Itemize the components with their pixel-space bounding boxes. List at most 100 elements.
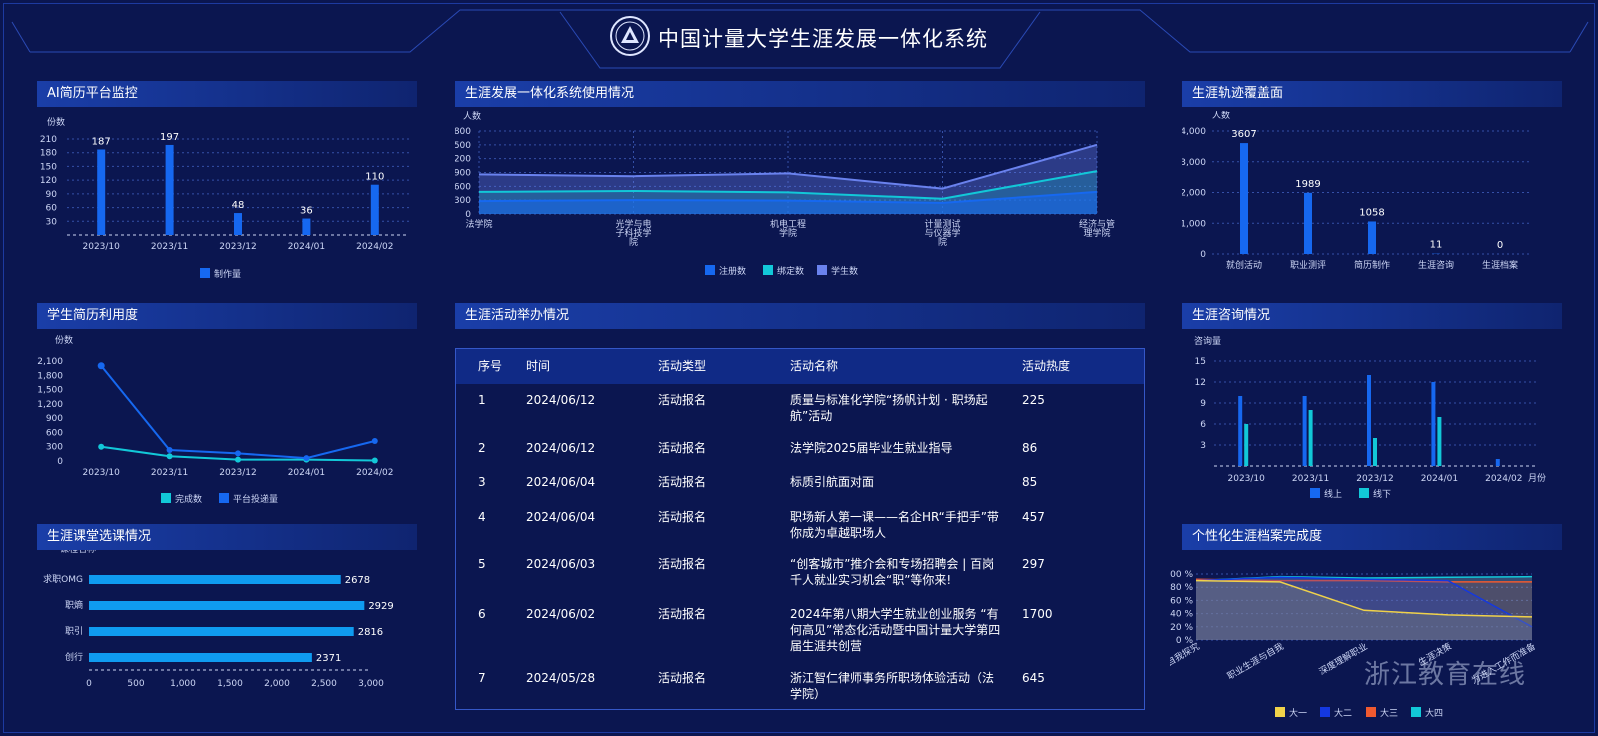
panel-consultation: 生涯咨询情况 咨询量 3 6 9 12 15 2023/10 2023/11 2023/12 20… [1182,303,1562,513]
bar [1431,382,1436,466]
legend-label: 大一 [1289,707,1307,719]
table-cell: 1700 [1022,607,1053,621]
bar [1304,192,1312,254]
bar [1367,375,1371,466]
x-tick-label: 院 [629,236,638,248]
column-header: 活动类型 [658,359,707,373]
panel-title: 生涯轨迹覆盖面 [1182,81,1562,107]
legend-label: 绑定数 [777,265,804,277]
x-tick-label: 2023/11 [1292,474,1329,484]
table-cell: 3 [478,475,486,489]
x-tick-label: 理学院 [1083,227,1110,239]
bar-value-label: 187 [92,137,111,148]
system-usage-chart: 人数03006009001,2001,5001,800法学院光学与电子科技学院机… [455,111,1115,277]
bar-value-label: 2929 [368,601,393,612]
bar-value-label: 0 [1497,240,1503,251]
table-cell: 2024/06/03 [526,557,596,571]
y-tick-label: 100 % [1170,570,1193,580]
table-cell: 2024/06/12 [526,441,596,455]
y-tick-label: 创行 [65,651,83,663]
legend-swatch [705,265,715,275]
y-tick-label: 180 [40,149,57,159]
x-tick-label: 2023/10 [83,242,121,252]
legend-swatch [1275,707,1285,717]
y-tick-label: 2,000 [1182,189,1206,199]
table-row[interactable]: 7 2024/05/28 活动报名 浙江智仁律师事务所职场体验活动（法学院） 645 [456,670,1138,702]
y-tick-label: 0 [57,457,63,467]
page-title-text: 中国计量大学生涯发展一体化系统 [658,27,988,51]
table-row[interactable]: 4 2024/06/04 活动报名 职场新人第一课——名企HR“手把手”带你成为卓越职… [456,509,1138,541]
table-cell: 2024/06/12 [526,393,596,407]
bar [1308,410,1313,466]
course-selection-chart: 课程名称 2678 求职OMG 2929 职熵 2816 职引 2371 创行 0 500 1,000… [43,550,394,689]
legend-label: 大二 [1334,707,1352,719]
x-tick-label: 1,000 [170,679,196,689]
x-tick-label: 500 [127,679,144,689]
y-tick-label: 12 [1195,378,1206,388]
x-tick-label: 2024/01 [1421,474,1458,484]
x-tick-label: 2024/02 [356,468,393,478]
y-axis-title: 份数 [47,116,65,128]
table-row[interactable]: 3 2024/06/04 活动报名 标质引航面对面 85 [456,474,1138,490]
y-tick-label: 6 [1200,420,1206,430]
panel-title: 个性化生涯档案完成度 [1182,524,1562,550]
career-coverage-chart: 人数 0 1,000 2,000 3,000 4,000 3607 就创活动 1989 职业测评 1… [1182,111,1532,271]
bar-value-label: 3607 [1231,129,1256,140]
panel-title: 学生简历利用度 [37,303,417,329]
x-tick-label: 职业测评 [1290,260,1326,271]
y-tick-label: 90 [46,190,58,200]
table-row[interactable]: 2 2024/06/12 活动报名 法学院2025届毕业生就业指导 86 [456,440,1138,456]
panel-resume-usage: 学生简历利用度 份数 0 300 600 900 1,200 1,500 1,800 2,100… [37,303,417,523]
table-cell: 法学院2025届毕业生就业指导 [790,441,953,455]
table-cell: 职场新人第一课——名企HR“手把手”带你成为卓越职场人 [790,510,999,540]
table-row[interactable]: 5 2024/06/03 活动报名 “创客城市”推介会和专场招聘会 | 百岗千人就业实… [456,556,1138,588]
bar-value-label: 1989 [1295,179,1320,190]
y-tick-label: 60 [46,204,58,214]
table-cell: 质量与标准化学院“扬帆计划 · 职场起航”活动 [790,393,988,423]
table-row[interactable]: 1 2024/06/12 活动报名 质量与标准化学院“扬帆计划 · 职场起航”活动 22… [456,392,1138,424]
table-row[interactable]: 6 2024/06/02 活动报名 2024年第八期大学生就业创业服务 “有何高见”常… [456,606,1138,654]
y-tick-label: 3,000 [1182,158,1206,168]
y-tick-label: 1,800 [37,371,63,381]
x-tick-label: 3,000 [358,679,384,689]
table-cell: 2024年第八期大学生就业创业服务 “有何高见”常态化活动暨中国计量大学第四届生… [790,607,1001,653]
bar [1240,143,1248,254]
y-tick-label: 1,200 [455,155,471,165]
y-tick-label: 15 [1195,357,1206,367]
x-tick-label: 2,500 [311,679,337,689]
y-tick-label: 9 [1200,399,1206,409]
table-cell: 2024/06/04 [526,510,596,524]
bar-value-label: 197 [160,132,179,143]
series-point [98,443,105,450]
x-tick-label: 1,500 [217,679,243,689]
table-cell: 活动报名 [658,510,707,524]
x-tick-label: 深度理解职业 [1317,640,1370,677]
x-tick-label: 2023/10 [1228,474,1266,484]
legend-label: 学生数 [831,265,858,277]
y-tick-label: 210 [40,135,57,145]
table-cell: 2 [478,441,486,455]
table-cell: “创客城市”推介会和专场招聘会 | 百岗千人就业实习机会“职”等你来! [790,557,995,587]
x-tick-label: 生涯咨询 [1418,259,1454,271]
panel-system-usage: 生涯发展一体化系统使用情况 人数 0 300 600 900 1,200 1,500 1,80… [455,81,1145,291]
column-header: 活动名称 [790,359,839,373]
bar [234,213,242,235]
panel-course-selection: 生涯课堂选课情况 课程名称 2678 求职OMG 2929 职熵 2816 职引 2371 创行… [37,524,417,710]
y-tick-label: 150 [40,162,57,172]
x-tick-label: 2024/01 [288,242,325,252]
x-tick-label: 2023/11 [151,468,188,478]
resume-monitor-chart: 份数 30 60 90 120 150 180 210 187 2023/10 197 2023/11… [40,116,409,280]
series-point [166,453,173,460]
y-tick-label: 40 % [1170,610,1193,620]
bar [165,144,174,235]
table-cell: 5 [478,557,486,571]
bar [302,218,311,235]
bar-value-label: 1058 [1359,207,1384,218]
bar [1244,424,1249,466]
y-axis-title: 课程名称 [60,550,96,555]
table-cell: 活动报名 [658,557,707,571]
legend-swatch [817,265,827,275]
bar-value-label: 110 [365,172,384,183]
bar [89,601,365,610]
x-tick-label: 就创活动 [1226,259,1262,271]
